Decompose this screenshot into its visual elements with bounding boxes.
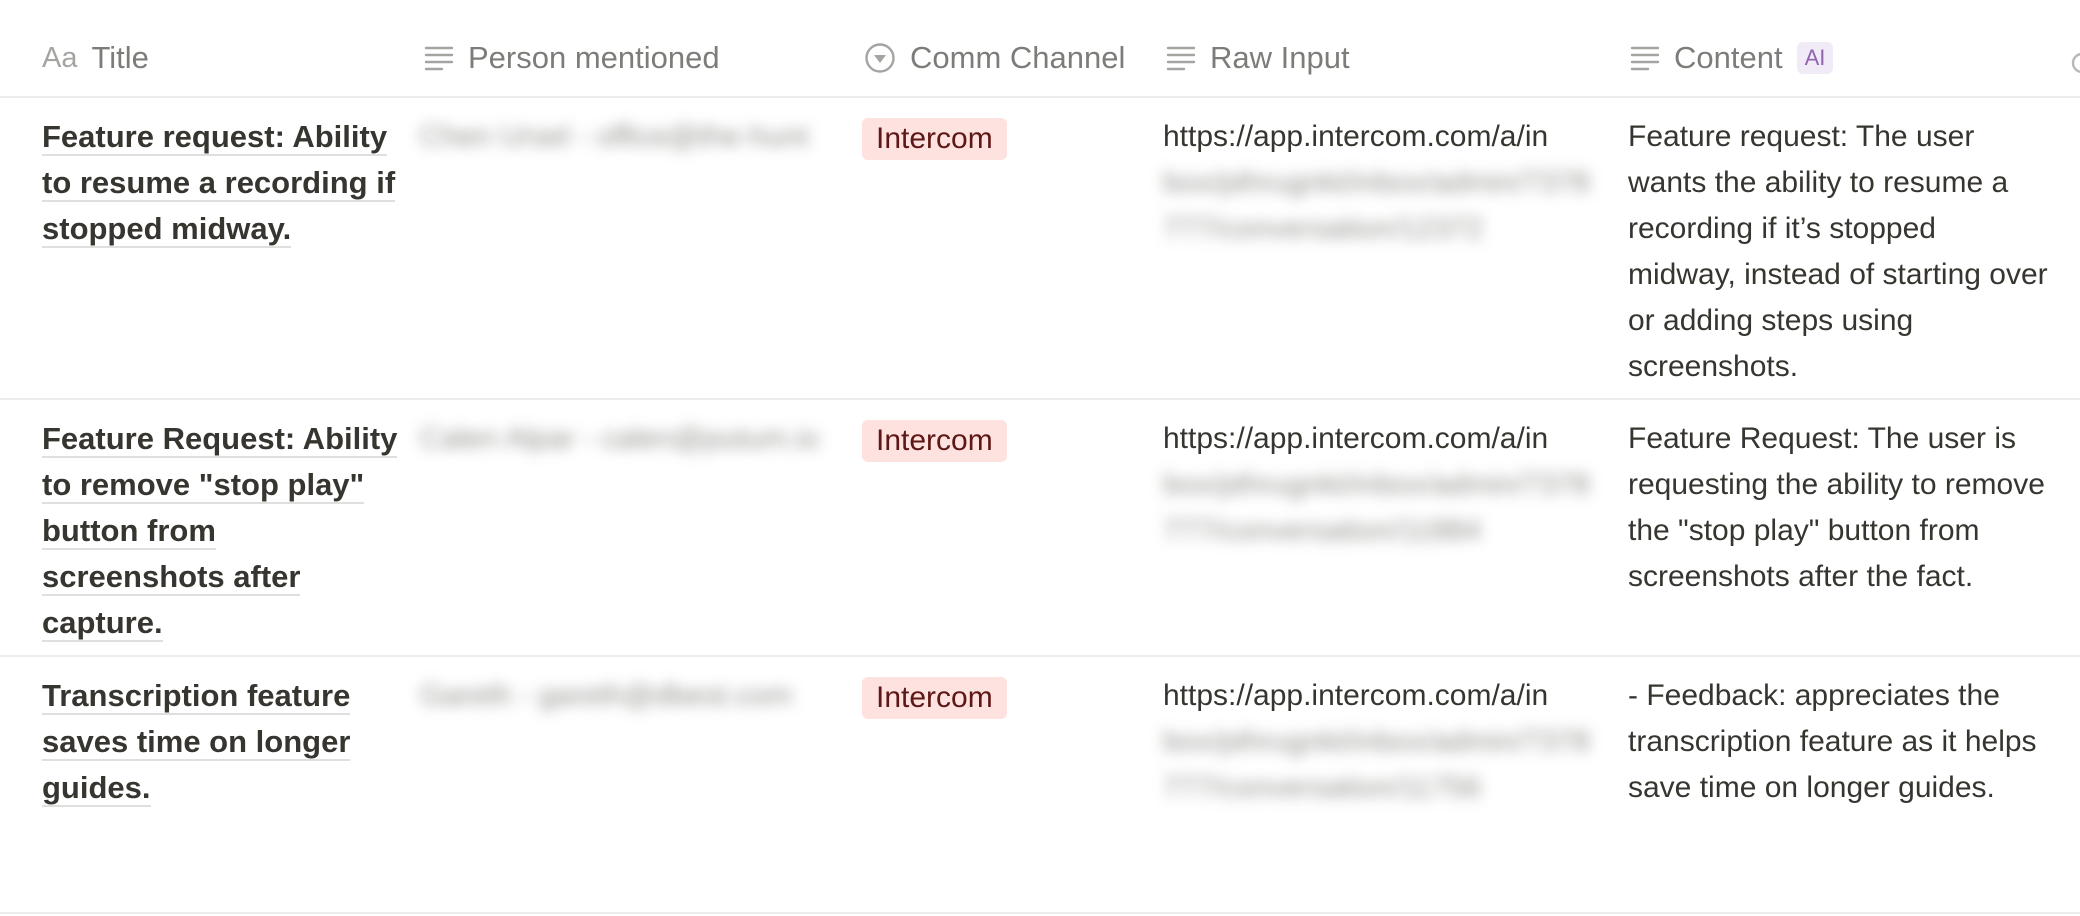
table-row[interactable]: Feature request: Ability to resume a rec…	[0, 98, 2080, 400]
select-icon	[864, 42, 896, 74]
raw-input-value[interactable]: https://app.intercom.com/a/in box/pthrug…	[1163, 657, 1593, 811]
row-title[interactable]: Feature request: Ability to resume a rec…	[42, 98, 402, 252]
column-header-label: Title	[91, 40, 149, 75]
raw-input-url: https://app.intercom.com/a/in	[1163, 120, 1549, 153]
raw-input-value[interactable]: https://app.intercom.com/a/in box/pthrug…	[1163, 400, 1593, 554]
person-mentioned-value[interactable]: Calen Alpar - calen@putum.io	[420, 400, 850, 462]
table-header: Aa Title Person mentioned Comm Channel R…	[0, 0, 2080, 98]
raw-input-value[interactable]: https://app.intercom.com/a/in box/pthrug…	[1163, 98, 1593, 252]
ai-badge[interactable]: AI	[1796, 42, 1834, 74]
table-row[interactable]: Transcription feature saves time on long…	[0, 657, 2080, 914]
raw-input-url: https://app.intercom.com/a/in	[1163, 422, 1549, 455]
column-header-content[interactable]: Content AI	[1630, 38, 1834, 78]
raw-input-url-hidden: box/pthrugnkt/inbox/admin/7378777/conver…	[1163, 725, 1590, 804]
content-value[interactable]: Feature request: The user wants the abil…	[1628, 98, 2048, 390]
channel-tag: Intercom	[862, 677, 1007, 719]
comm-channel-cell[interactable]: Intercom	[862, 657, 1007, 719]
person-mentioned-value[interactable]: Chen Ursel - office@the-hunt	[420, 98, 850, 160]
column-header-label: Person mentioned	[468, 40, 720, 75]
text-lines-icon	[1630, 45, 1660, 71]
row-title[interactable]: Feature Request: Ability to remove "stop…	[42, 400, 402, 646]
raw-input-url: https://app.intercom.com/a/in	[1163, 679, 1549, 712]
column-header-label: Comm Channel	[910, 40, 1126, 75]
comm-channel-cell[interactable]: Intercom	[862, 98, 1007, 160]
column-header-person[interactable]: Person mentioned	[424, 38, 720, 78]
comm-channel-cell[interactable]: Intercom	[862, 400, 1007, 462]
person-mentioned-value[interactable]: Gareth - gareth@dbest.com	[420, 657, 850, 719]
raw-input-url-hidden: box/pthrugnkt/inbox/admin/7378777/conver…	[1163, 468, 1590, 547]
text-aa-icon: Aa	[42, 41, 78, 74]
column-header-label: Raw Input	[1210, 40, 1350, 75]
table-row[interactable]: Feature Request: Ability to remove "stop…	[0, 400, 2080, 657]
column-header-raw-input[interactable]: Raw Input	[1166, 38, 1350, 78]
row-title[interactable]: Transcription feature saves time on long…	[42, 657, 402, 811]
text-lines-icon	[1166, 45, 1196, 71]
content-value[interactable]: Feature Request: The user is requesting …	[1628, 400, 2048, 600]
text-lines-icon	[424, 45, 454, 71]
raw-input-url-hidden: box/pthrugnkt/inbox/admin/7378777/conver…	[1163, 166, 1590, 245]
more-properties-icon[interactable]	[2068, 50, 2080, 83]
column-header-channel[interactable]: Comm Channel	[864, 38, 1125, 78]
content-value[interactable]: - Feedback: appreciates the transcriptio…	[1628, 657, 2048, 811]
column-header-title[interactable]: Aa Title	[42, 38, 149, 78]
channel-tag: Intercom	[862, 118, 1007, 160]
channel-tag: Intercom	[862, 420, 1007, 462]
column-header-label: Content	[1674, 40, 1783, 75]
database-table: Aa Title Person mentioned Comm Channel R…	[0, 0, 2080, 914]
